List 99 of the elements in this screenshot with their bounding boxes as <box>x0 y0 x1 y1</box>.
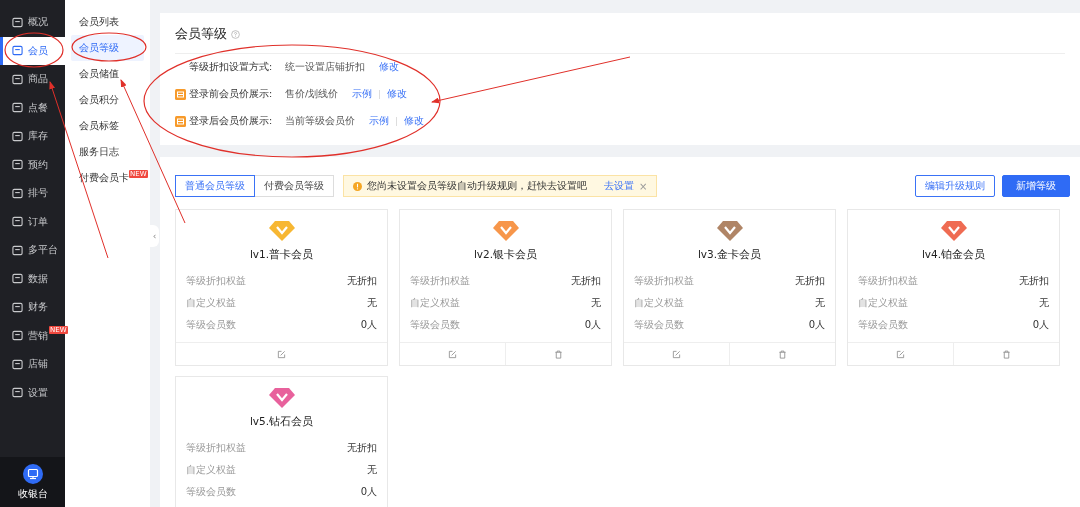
square-icon <box>12 244 23 256</box>
nav-item[interactable]: 订单 <box>0 207 65 236</box>
level-title: lv5.钻石会员 <box>249 415 314 429</box>
setting-value: 当前等级会员价 <box>285 115 355 128</box>
edit-icon <box>277 349 286 359</box>
edit-icon <box>448 349 457 359</box>
warning-text: 您尚未设置会员等级自动升级规则，赶快去设置吧 <box>367 179 587 193</box>
cashier-label: 收银台 <box>17 486 48 501</box>
benefit-label: 等级折扣权益 <box>410 274 470 288</box>
square-icon <box>12 187 23 199</box>
nav-item[interactable]: 预约 <box>0 150 65 179</box>
nav-item[interactable]: 财务 <box>0 293 65 322</box>
benefit-value: 无 <box>1039 296 1049 310</box>
help-icon <box>231 29 240 39</box>
setting-link[interactable]: 修改 <box>387 88 408 101</box>
benefit-value: 无折扣 <box>795 274 825 288</box>
benefit-label: 自定义权益 <box>186 463 236 477</box>
page-title: 会员等级 <box>175 25 227 43</box>
submenu-item[interactable]: 会员等级 <box>71 35 144 61</box>
level-title: lv4.铂金会员 <box>921 248 986 262</box>
nav-item[interactable]: 数据 <box>0 264 65 293</box>
edit-rules-button[interactable]: 编辑升级规则 <box>915 175 995 197</box>
submenu-item[interactable]: 会员积分 <box>71 87 144 113</box>
nav-item[interactable]: 多平台 <box>0 236 65 265</box>
nav-item[interactable]: 商品 <box>0 65 65 94</box>
setting-link[interactable]: 修改 <box>404 115 424 128</box>
setup-link[interactable]: 去设置 <box>604 179 634 193</box>
setting-label: 等级折扣设置方式: <box>189 61 274 74</box>
benefit-value: 无 <box>591 296 601 310</box>
nav-item[interactable]: 概况 <box>0 8 65 37</box>
warning-icon <box>353 181 362 191</box>
nav-item[interactable]: 会员 <box>0 36 65 65</box>
level-tab[interactable]: 普通会员等级 <box>175 175 255 197</box>
square-icon <box>12 358 23 370</box>
benefit-label: 自定义权益 <box>634 296 684 310</box>
annotation-ellipse <box>4 32 64 68</box>
square-icon <box>12 45 23 57</box>
setting-label: 登录前会员价展示: <box>189 88 274 101</box>
submenu-item[interactable]: 会员列表 <box>71 9 144 35</box>
trash-icon <box>554 349 563 359</box>
benefit-label: 自定义权益 <box>858 296 908 310</box>
trash-icon <box>778 349 787 359</box>
benefit-value: 0人 <box>360 318 377 332</box>
setting-link[interactable]: 修改 <box>379 61 399 74</box>
collapse-button[interactable]: ‹ <box>150 225 159 247</box>
setting-value: 售价/划线价 <box>285 88 339 101</box>
nav-item[interactable]: 库存 <box>0 122 65 151</box>
square-icon <box>12 102 23 114</box>
square-icon <box>12 73 23 85</box>
benefit-value: 无折扣 <box>347 274 377 288</box>
benefit-label: 等级折扣权益 <box>186 274 246 288</box>
benefit-label: 等级折扣权益 <box>634 274 694 288</box>
level-title: lv2.银卡会员 <box>473 248 538 262</box>
nav-item[interactable]: 店铺 <box>0 350 65 379</box>
submenu-item[interactable]: 会员储值 <box>71 61 144 87</box>
monitor-icon <box>22 463 43 484</box>
benefit-value: 0人 <box>360 485 377 499</box>
square-icon <box>12 130 23 142</box>
square-icon <box>12 16 23 28</box>
setting-label: 登录后会员价展示: <box>189 115 274 128</box>
benefit-value: 0人 <box>808 318 825 332</box>
benefit-label: 等级会员数 <box>186 485 236 499</box>
setting-link[interactable]: 示例 <box>352 88 373 101</box>
level-title: lv1.普卡会员 <box>249 248 314 262</box>
benefit-value: 0人 <box>584 318 601 332</box>
benefit-label: 自定义权益 <box>410 296 460 310</box>
square-icon <box>12 273 23 285</box>
benefit-value: 0人 <box>1032 318 1049 332</box>
benefit-label: 等级会员数 <box>410 318 460 332</box>
nav-item[interactable]: 点餐 <box>0 93 65 122</box>
edit-icon <box>672 349 681 359</box>
submenu-item[interactable]: 服务日志 <box>71 139 144 165</box>
square-icon <box>12 330 23 342</box>
benefit-label: 自定义权益 <box>186 296 236 310</box>
square-icon <box>12 216 23 228</box>
level-title: lv3.金卡会员 <box>697 248 762 262</box>
square-icon <box>12 387 23 399</box>
nav-item[interactable]: 设置 <box>0 378 65 407</box>
benefit-label: 等级会员数 <box>634 318 684 332</box>
benefit-value: 无 <box>367 296 377 310</box>
square-icon <box>12 159 23 171</box>
edit-icon <box>896 349 905 359</box>
setting-value: 统一设置店铺折扣 <box>285 61 365 74</box>
add-level-button[interactable]: 新增等级 <box>1002 175 1070 197</box>
benefit-label: 等级折扣权益 <box>186 441 246 455</box>
square-icon <box>12 301 23 313</box>
benefit-value: 无 <box>367 463 377 477</box>
trash-icon <box>1002 349 1011 359</box>
benefit-value: 无 <box>815 296 825 310</box>
benefit-label: 等级折扣权益 <box>858 274 918 288</box>
level-tab[interactable]: 付费会员等级 <box>255 175 334 197</box>
benefit-value: 无折扣 <box>571 274 601 288</box>
setting-link[interactable]: 示例 <box>369 115 389 128</box>
benefit-label: 等级会员数 <box>186 318 236 332</box>
benefit-value: 无折扣 <box>347 441 377 455</box>
benefit-label: 等级会员数 <box>858 318 908 332</box>
submenu-item[interactable]: 会员标签 <box>71 113 144 139</box>
nav-item[interactable]: 排号 <box>0 179 65 208</box>
benefit-value: 无折扣 <box>1019 274 1049 288</box>
